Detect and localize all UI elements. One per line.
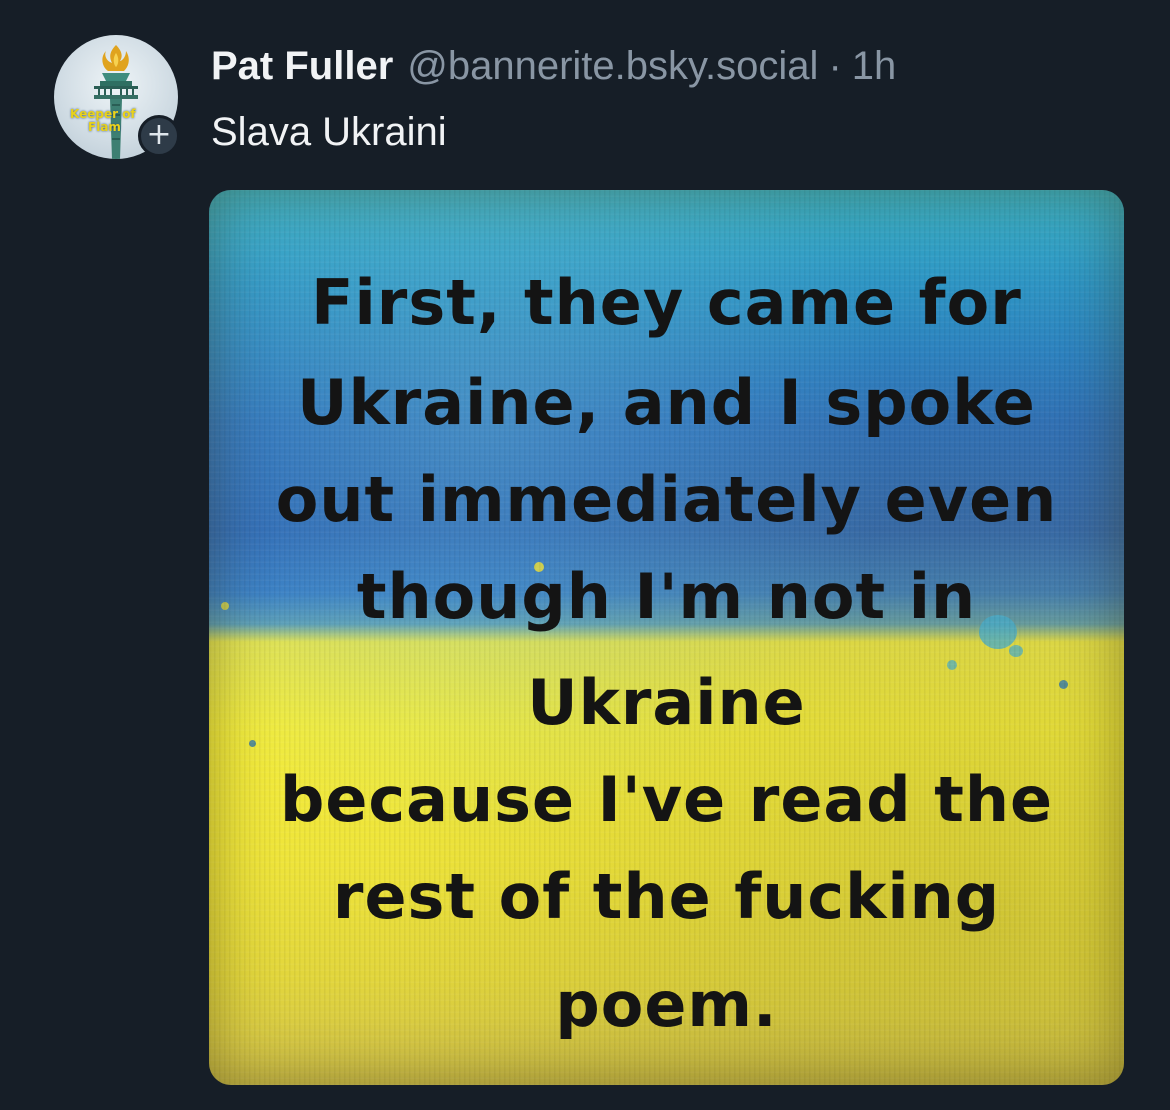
- post-text: Slava Ukraini: [211, 110, 447, 154]
- post-timestamp[interactable]: 1h: [852, 44, 897, 88]
- follow-button[interactable]: +: [138, 115, 180, 157]
- author-avatar[interactable]: Keeper of Flam +: [54, 35, 180, 161]
- poem-line: Ukraine, and I spoke: [297, 366, 1036, 439]
- poem-line: First, they came for: [311, 266, 1022, 339]
- poem-line: rest of the fucking: [332, 860, 1001, 933]
- poem-line: because I've read the: [279, 763, 1054, 836]
- separator-dot: ·: [828, 44, 842, 88]
- post-image[interactable]: First, they came for Ukraine, and I spok…: [209, 190, 1124, 1085]
- author-handle[interactable]: @bannerite.bsky.social: [407, 44, 818, 88]
- poem-line: out immediately even: [275, 463, 1058, 536]
- author-name[interactable]: Pat Fuller: [211, 44, 393, 88]
- poem-line: Ukraine: [527, 666, 806, 739]
- post-item[interactable]: Keeper of Flam + Pat Fuller @bannerite.bs…: [0, 0, 1170, 1110]
- poem-text: First, they came for Ukraine, and I spok…: [209, 190, 1124, 1085]
- plus-icon: +: [146, 116, 172, 152]
- post-header: Pat Fuller @bannerite.bsky.social · 1h: [211, 42, 896, 90]
- poem-line: though I'm not in: [356, 560, 977, 633]
- poem-line: poem.: [555, 968, 778, 1041]
- avatar-caption-line2: Flam: [88, 120, 121, 134]
